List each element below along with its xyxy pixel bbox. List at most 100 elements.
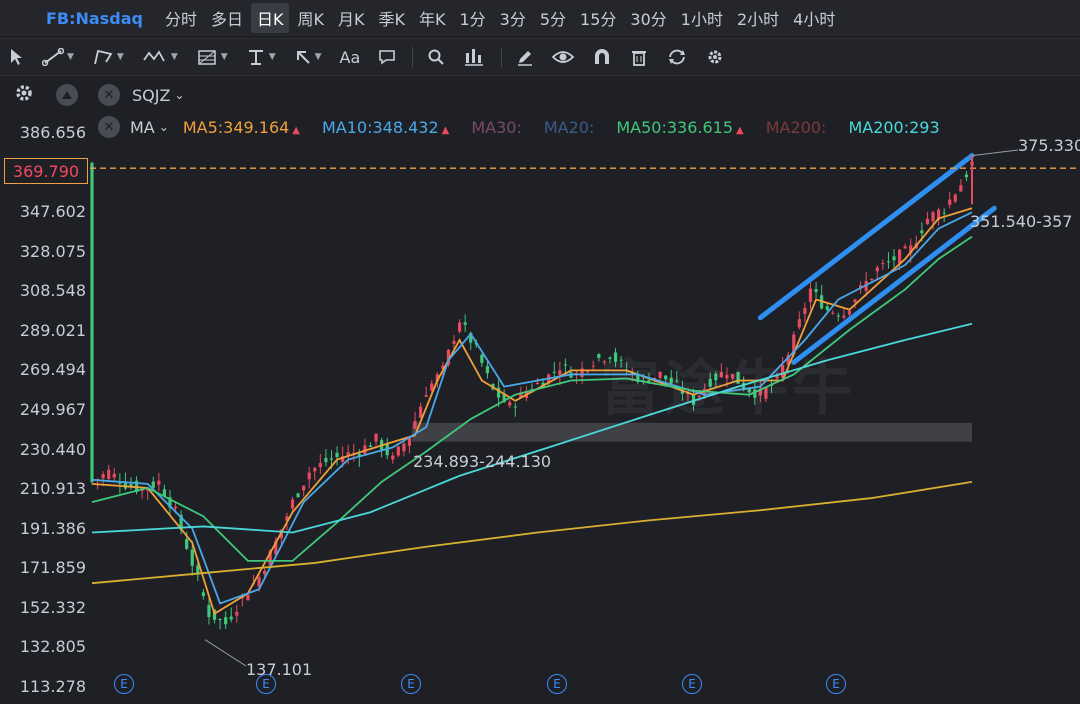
candle-body	[324, 457, 328, 463]
candle-body	[875, 267, 879, 272]
candle-body	[391, 455, 395, 460]
price-tick-label: 210.913	[19, 479, 86, 499]
candle-body	[402, 443, 406, 452]
candle-body	[201, 592, 205, 597]
high-price-label: 375.330	[1018, 136, 1080, 155]
price-tick-label: 191.386	[19, 518, 86, 538]
earnings-marker[interactable]: E	[547, 674, 567, 694]
candle-body	[942, 212, 946, 214]
price-tick-label: 132.805	[19, 637, 86, 657]
candle-body	[224, 617, 228, 625]
support-range-label: 234.893-244.130	[413, 452, 552, 471]
candle-body	[419, 406, 423, 418]
earnings-marker[interactable]: E	[826, 674, 846, 694]
low-price-label: 137.101	[246, 660, 313, 679]
candle-body	[424, 395, 428, 397]
earnings-marker[interactable]: E	[256, 674, 276, 694]
candle-body	[107, 469, 111, 479]
ma-line	[91, 480, 973, 585]
earnings-marker[interactable]: E	[682, 674, 702, 694]
candle-body	[368, 445, 373, 448]
candle-body	[925, 218, 930, 225]
candle-body	[825, 306, 829, 310]
candle-body	[118, 482, 122, 484]
earnings-marker[interactable]: E	[114, 674, 134, 694]
candle-body	[953, 194, 957, 202]
candle-body	[218, 619, 222, 621]
candle-body	[413, 420, 417, 429]
candle-body	[157, 480, 161, 485]
price-tick-label: 289.021	[19, 320, 86, 340]
candle-body	[797, 319, 801, 328]
candle-body	[151, 481, 155, 488]
candle-body	[558, 370, 562, 376]
candle-body	[808, 288, 813, 302]
price-tick-label: 230.440	[19, 439, 86, 459]
candle-body	[847, 310, 852, 315]
candle-body	[480, 354, 484, 363]
candle-body	[235, 611, 239, 616]
candle-body	[892, 256, 896, 261]
candle-body	[302, 485, 306, 491]
price-tick-label: 171.859	[19, 558, 86, 578]
candle-body	[513, 406, 517, 408]
candle-body	[90, 162, 94, 482]
candle-body	[207, 604, 211, 618]
range-label: 351.540-357	[970, 212, 1073, 231]
watermark-logo: 富途牛牛	[600, 354, 856, 424]
candle-body	[535, 382, 540, 384]
candle-body	[842, 315, 846, 318]
price-tick-label: 347.602	[19, 202, 86, 222]
candle-body	[591, 365, 595, 367]
earnings-marker[interactable]: E	[401, 674, 421, 694]
candle-body	[185, 539, 189, 549]
candle-body	[263, 570, 267, 575]
high-leader-line	[971, 149, 1019, 157]
candle-body	[313, 468, 317, 472]
candle-body	[903, 246, 907, 249]
candle-body	[335, 452, 339, 457]
price-axis: 386.656 347.602 328.075 308.548 289.021 269.4…	[0, 120, 90, 704]
candle-body	[881, 263, 885, 265]
candle-body	[563, 364, 568, 366]
candle-body	[853, 299, 857, 303]
candle-body	[831, 312, 835, 314]
candle-body	[463, 322, 467, 325]
candle-body	[836, 315, 840, 317]
stock-chart-app: FB:Nasdaq 分时 多日 日K 周K 月K 季K 年K 1分 3分 5分 15分 30分 1小时 2…	[0, 0, 1080, 704]
candle-body	[290, 499, 295, 509]
candle-body	[485, 366, 490, 374]
candle-body	[920, 230, 924, 234]
price-tick-label: 249.967	[19, 400, 86, 419]
candlestick-chart[interactable]	[0, 0, 1080, 704]
candle-body	[307, 472, 311, 480]
candle-body	[173, 506, 178, 509]
candle-body	[396, 446, 400, 456]
price-tick-label: 113.278	[19, 677, 86, 696]
candle-body	[101, 474, 105, 479]
candle-body	[246, 594, 250, 601]
candle-body	[948, 199, 952, 205]
candle-body	[318, 463, 322, 468]
candle-body	[897, 249, 902, 264]
candle-body	[296, 493, 300, 498]
price-tick-label: 308.548	[19, 281, 86, 301]
candle-body	[457, 322, 462, 332]
candle-body	[886, 261, 891, 263]
candle-body	[452, 341, 456, 345]
candle-body	[964, 174, 969, 178]
candle-body	[229, 616, 233, 620]
low-leader-line	[204, 639, 247, 667]
candle-body	[814, 289, 818, 293]
candle-body	[931, 212, 935, 222]
candle-body	[112, 473, 116, 478]
candle-body	[329, 458, 334, 460]
price-tick-label: 152.332	[19, 597, 86, 617]
current-price-tag: 369.790	[4, 158, 88, 184]
price-tick-label: 328.075	[19, 241, 86, 261]
candle-body	[374, 433, 378, 442]
candle-body	[870, 278, 874, 281]
candle-body	[552, 371, 556, 373]
candle-body	[959, 185, 963, 192]
candle-body	[508, 402, 512, 406]
